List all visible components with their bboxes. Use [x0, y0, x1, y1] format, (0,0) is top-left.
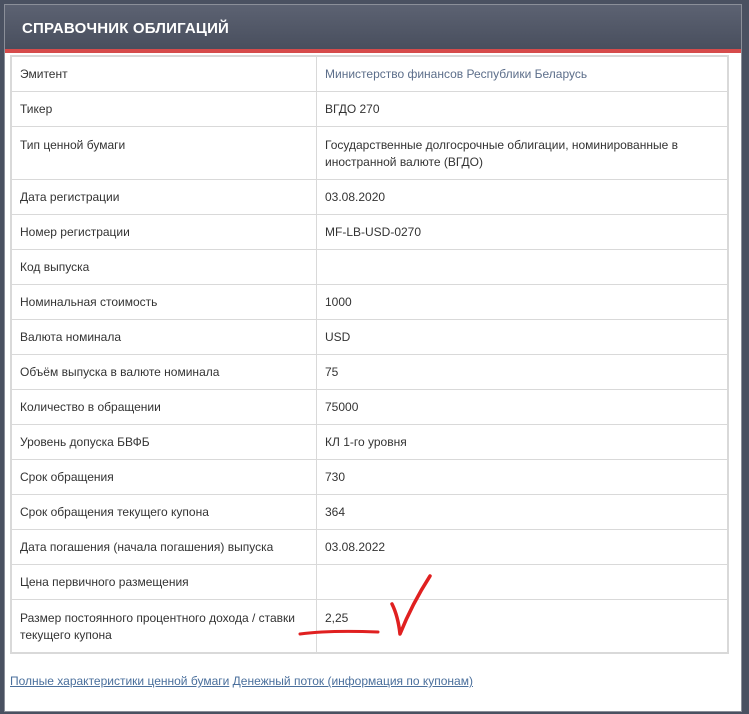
row-value: [316, 564, 728, 600]
row-label: Дата регистрации: [11, 179, 317, 215]
panel-title: СПРАВОЧНИК ОБЛИГАЦИЙ: [22, 20, 230, 37]
footer-links: Полные характеристики ценной бумаги Дене…: [10, 674, 473, 688]
cashflow-link[interactable]: Денежный поток (информация по купонам): [233, 674, 473, 688]
row-label: Код выпуска: [11, 249, 317, 285]
row-value: Государственные долгосрочные облигации, …: [316, 126, 728, 180]
table-row: Цена первичного размещения: [11, 564, 728, 600]
row-label: Эмитент: [11, 56, 317, 92]
row-value: USD: [316, 319, 728, 355]
table-row: Дата регистрации 03.08.2020: [11, 179, 728, 215]
row-label: Размер постоянного процентного дохода / …: [11, 599, 317, 653]
table-row: Дата погашения (начала погашения) выпуск…: [11, 529, 728, 565]
row-value: 1000: [316, 284, 728, 320]
row-label: Номер регистрации: [11, 214, 317, 250]
table-row: Срок обращения 730: [11, 459, 728, 495]
header-accent-stripe: [5, 49, 741, 53]
row-label: Уровень допуска БВФБ: [11, 424, 317, 460]
row-label: Срок обращения: [11, 459, 317, 495]
row-label: Тип ценной бумаги: [11, 126, 317, 180]
table-row: Тип ценной бумаги Государственные долгос…: [11, 126, 728, 180]
table-row: Размер постоянного процентного дохода / …: [11, 599, 728, 653]
row-label: Дата погашения (начала погашения) выпуск…: [11, 529, 317, 565]
bond-details-table: Эмитент Министерство финансов Республики…: [10, 55, 729, 654]
table-row: Код выпуска: [11, 249, 728, 285]
row-label: Номинальная стоимость: [11, 284, 317, 320]
panel-header: СПРАВОЧНИК ОБЛИГАЦИЙ: [5, 5, 741, 53]
table-row: Номинальная стоимость 1000: [11, 284, 728, 320]
coupon-rate-value: 2,25: [316, 599, 728, 653]
row-label: Объём выпуска в валюте номинала: [11, 354, 317, 390]
table-row: Количество в обращении 75000: [11, 389, 728, 425]
row-value: КЛ 1-го уровня: [316, 424, 728, 460]
row-value: ВГДО 270: [316, 91, 728, 127]
row-value: 75000: [316, 389, 728, 425]
row-value: 75: [316, 354, 728, 390]
row-label: Тикер: [11, 91, 317, 127]
table-row: Объём выпуска в валюте номинала 75: [11, 354, 728, 390]
table-row: Тикер ВГДО 270: [11, 91, 728, 127]
row-value: 730: [316, 459, 728, 495]
row-value: 03.08.2020: [316, 179, 728, 215]
table-row: Валюта номинала USD: [11, 319, 728, 355]
row-label: Валюта номинала: [11, 319, 317, 355]
table-row: Эмитент Министерство финансов Республики…: [11, 56, 728, 92]
row-label: Количество в обращении: [11, 389, 317, 425]
row-value: [316, 249, 728, 285]
table-row: Номер регистрации MF-LB-USD-0270: [11, 214, 728, 250]
table-row: Уровень допуска БВФБ КЛ 1-го уровня: [11, 424, 728, 460]
row-value: 364: [316, 494, 728, 530]
row-label: Цена первичного размещения: [11, 564, 317, 600]
row-label: Срок обращения текущего купона: [11, 494, 317, 530]
row-value: MF-LB-USD-0270: [316, 214, 728, 250]
full-characteristics-link[interactable]: Полные характеристики ценной бумаги: [10, 674, 229, 688]
row-value: 03.08.2022: [316, 529, 728, 565]
table-row: Срок обращения текущего купона 364: [11, 494, 728, 530]
issuer-value: Министерство финансов Республики Беларус…: [316, 56, 728, 92]
